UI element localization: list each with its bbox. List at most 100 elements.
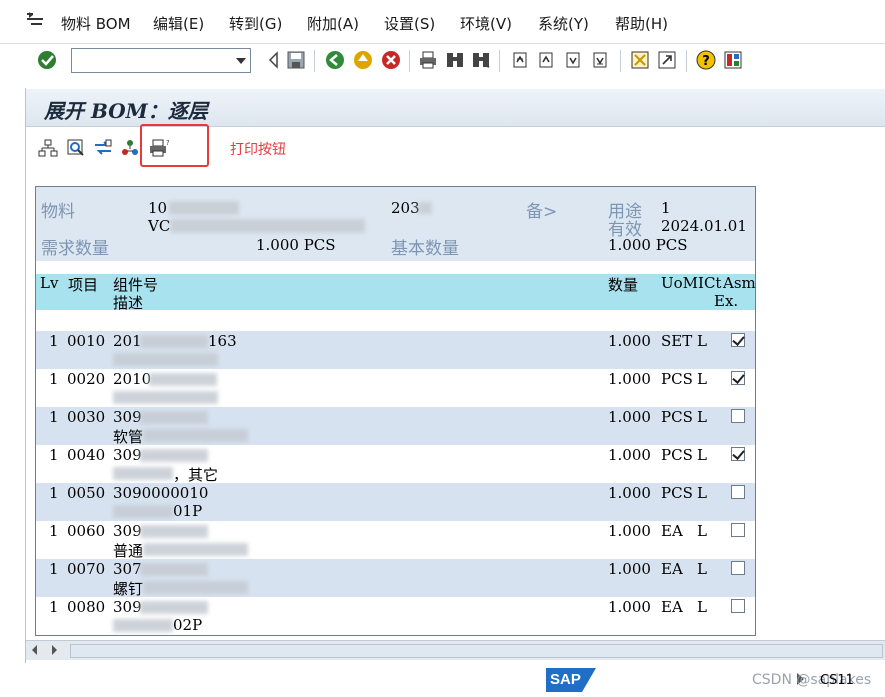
row-component[interactable]: 3090000010 (113, 484, 208, 502)
row-item: 0080 (67, 598, 106, 616)
row-level: 1 (49, 370, 59, 388)
first-page-icon[interactable] (509, 49, 531, 71)
redacted-description (170, 219, 365, 233)
assembly-checkbox[interactable] (731, 523, 745, 537)
menu-bar: 物料 BOM 编辑(E) 转到(G) 附加(A) 设置(S) 环境(V) 系统(… (0, 0, 885, 44)
previous-page-icon[interactable] (535, 49, 557, 71)
redacted-description (113, 505, 173, 518)
shortcut-icon[interactable] (656, 49, 678, 71)
row-item: 0010 (67, 332, 106, 350)
redacted-component (140, 601, 208, 614)
assembly-checkbox[interactable] (731, 371, 745, 385)
table-row[interactable]: 1 0050 3090000010 01P 1.000 PCS L (36, 483, 755, 521)
table-row[interactable]: 1 0060 309 普通 1.000 EA L (36, 521, 755, 560)
table-row[interactable]: 1 0010 201 163 1.000 SET L (36, 331, 755, 369)
assembly-checkbox[interactable] (731, 561, 745, 575)
row-category: L (697, 598, 707, 616)
redacted-component (140, 411, 208, 424)
row-category: L (697, 560, 707, 578)
valid-from-value: 2024.01.01 (661, 217, 747, 235)
row-quantity: 1.000 (608, 484, 651, 502)
menu-help[interactable]: 帮助(H) (615, 13, 668, 34)
save-icon[interactable] (285, 49, 307, 71)
column-header: Lv 项目 组件号 描述 数量 UoMICt Asm Ex. (36, 274, 756, 312)
menu-system[interactable]: 系统(Y) (538, 13, 589, 34)
print-icon[interactable] (417, 49, 439, 71)
row-component[interactable]: 309 (113, 598, 142, 616)
scroll-right-icon[interactable] (52, 645, 57, 655)
assembly-checkbox[interactable] (731, 447, 745, 461)
row-level: 1 (49, 332, 59, 350)
chevron-down-icon[interactable] (236, 58, 246, 64)
row-description: 螺钉 (113, 580, 144, 598)
horizontal-scrollbar[interactable] (26, 640, 885, 660)
assembly-checkbox[interactable] (731, 599, 745, 613)
row-uom: PCS (661, 446, 693, 464)
graphic-icon[interactable] (119, 137, 141, 159)
collapse-left-icon[interactable] (262, 49, 284, 71)
assembly-checkbox[interactable] (731, 409, 745, 423)
sap-logo: SAP (546, 668, 596, 692)
row-quantity: 1.000 (608, 332, 651, 350)
cancel-icon[interactable] (380, 49, 402, 71)
row-component[interactable]: 309 (113, 408, 142, 426)
row-level: 1 (49, 446, 59, 464)
assembly-checkbox[interactable] (731, 485, 745, 499)
redacted-description (143, 543, 248, 556)
row-component[interactable]: 2010 (113, 370, 151, 388)
table-row[interactable]: 1 0080 309 02P 1.000 EA L (36, 597, 755, 635)
row-uom: EA (661, 560, 683, 578)
menu-edit[interactable]: 编辑(E) (153, 13, 204, 34)
redacted-description (143, 429, 248, 442)
row-component[interactable]: 201 (113, 332, 142, 350)
row-component[interactable]: 309 (113, 522, 142, 540)
layout-menu-icon[interactable] (722, 49, 744, 71)
table-row[interactable]: 1 0030 309 软管 1.000 PCS L (36, 407, 755, 446)
help-icon[interactable]: ? (695, 49, 717, 71)
find-next-icon[interactable] (470, 49, 492, 71)
redacted-description (113, 353, 218, 366)
row-component[interactable]: 307 (113, 560, 142, 578)
table-row[interactable]: 1 0040 309 ，其它 1.000 PCS L (36, 445, 755, 484)
exit-icon[interactable] (352, 49, 374, 71)
row-component-tail: 163 (208, 332, 237, 350)
menu-goto[interactable]: 转到(G) (229, 13, 282, 34)
menu-material-bom[interactable]: 物料 BOM (61, 13, 131, 34)
plant-value: 203 (391, 199, 420, 217)
alternative-label: 备> (526, 202, 558, 222)
menu-environment[interactable]: 环境(V) (460, 13, 512, 34)
table-row[interactable]: 1 0020 2010 1.000 PCS L (36, 369, 755, 407)
row-quantity: 1.000 (608, 598, 651, 616)
row-category: L (697, 522, 707, 540)
scroll-left-icon[interactable] (32, 645, 37, 655)
new-session-icon[interactable] (629, 49, 651, 71)
row-item: 0070 (67, 560, 106, 578)
menu-settings[interactable]: 设置(S) (384, 13, 435, 34)
redacted-component (140, 525, 208, 538)
status-bar: SAP CSDN @saplakes CS11 (0, 663, 885, 697)
last-page-icon[interactable] (589, 49, 611, 71)
next-page-icon[interactable] (562, 49, 584, 71)
back-icon[interactable] (324, 49, 346, 71)
redacted-description (113, 391, 218, 404)
redacted-component (140, 335, 208, 348)
row-item: 0060 (67, 522, 106, 540)
menu-extras[interactable]: 附加(A) (307, 13, 359, 34)
command-field[interactable] (71, 48, 251, 73)
row-uom: SET (661, 332, 693, 350)
material-value: 10 (148, 199, 168, 217)
enter-check-icon[interactable] (36, 49, 58, 71)
redacted-component (140, 449, 208, 462)
assembly-checkbox[interactable] (731, 333, 745, 347)
swap-arrows-icon[interactable] (92, 137, 114, 159)
hierarchy-icon[interactable] (37, 137, 59, 159)
row-component[interactable]: 309 (113, 446, 142, 464)
svg-text:?: ? (702, 54, 710, 69)
find-icon[interactable] (444, 49, 466, 71)
row-quantity: 1.000 (608, 522, 651, 540)
scrollbar-thumb[interactable] (70, 644, 883, 658)
zoom-detail-icon[interactable] (65, 137, 87, 159)
menu-icon[interactable] (26, 11, 44, 31)
table-row[interactable]: 1 0070 307 螺钉 1.000 EA L (36, 559, 755, 598)
row-level: 1 (49, 598, 59, 616)
